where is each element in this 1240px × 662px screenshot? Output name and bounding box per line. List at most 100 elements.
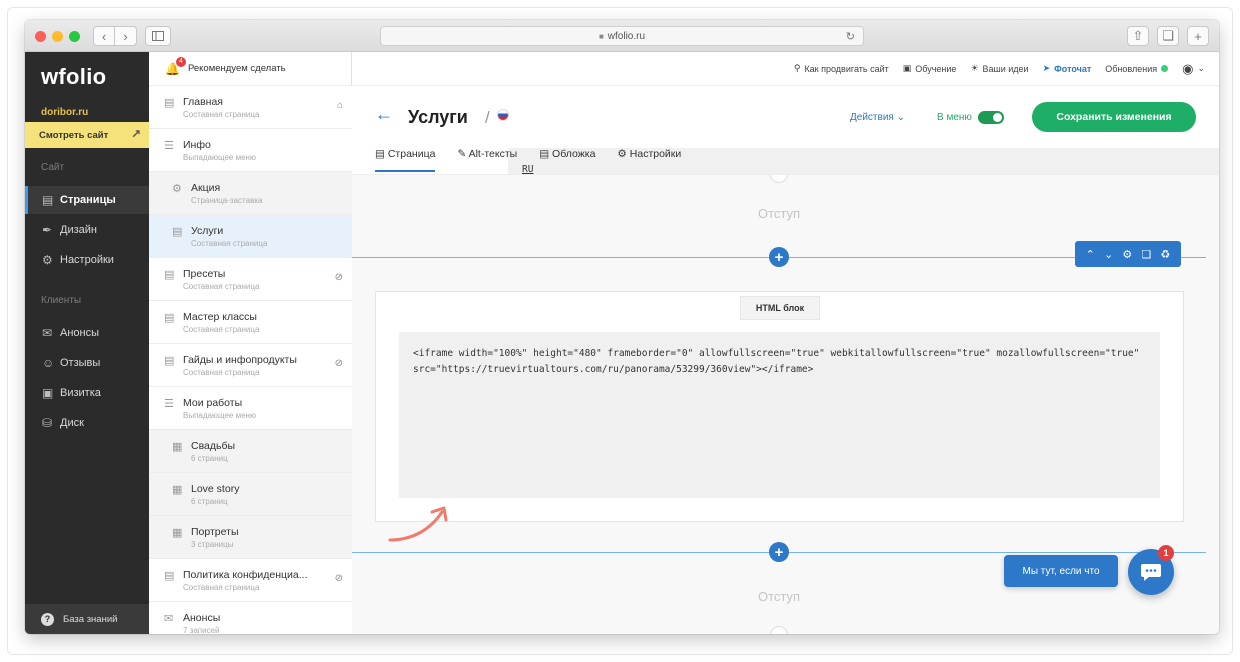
account-menu[interactable]: ◉ ⌄ [1182,61,1205,77]
sidebar-item-design[interactable]: ✒ Дизайн [25,216,149,244]
move-down-icon[interactable]: ⌄ [1104,248,1113,261]
updates-link[interactable]: Обновления [1105,64,1169,74]
tab-page[interactable]: ▤ Страница [375,148,436,172]
sidebar-item-card[interactable]: ▣ Визитка [25,379,149,407]
page-icon: ▤ [42,193,54,207]
recommendations-link[interactable]: 🔔 4 Рекомендуем сделать [149,52,352,86]
app: wfolio doribor.ru Смотреть сайт ↗ Сайт ▤… [25,52,1219,634]
sidebar-item-disk[interactable]: ⛁ Диск [25,409,149,437]
page-item-main[interactable]: ▤ Главная Составная страница ⌂ [149,86,352,129]
view-site-button[interactable]: Смотреть сайт ↗ [25,122,149,148]
graduation-icon: ▣ [902,63,912,73]
sidebar-item-settings[interactable]: ⚙ Настройки [25,246,149,274]
help-icon: ? [41,612,54,626]
document-icon: ▤ [172,226,183,238]
share-button[interactable]: ⇧ [1127,26,1149,46]
gear-icon[interactable]: ⚙ [1122,248,1132,261]
page-item-promo[interactable]: ⚙ Акция Страница-заставка [149,172,352,215]
sidebar-item-reviews[interactable]: ☺ Отзывы [25,349,149,377]
in-menu-toggle[interactable]: В меню [937,111,1004,124]
zoom-window-button[interactable] [69,31,80,42]
language-switcher[interactable]: / RU [485,108,1219,314]
gallery-icon: ▦ [172,527,183,539]
section-clients-heading: Клиенты [41,295,82,306]
page-type: Составная страница [183,368,260,377]
trash-icon[interactable]: ♻ [1161,248,1171,261]
gallery-icon: ▦ [172,484,183,496]
address-bar[interactable]: ■ wfolio.ru ↻ [380,26,864,46]
page-type: 3 страницы [191,540,234,549]
page-item-info[interactable]: ☰ Инфо Выпадающее меню [149,129,352,172]
spacer-handle[interactable] [770,175,788,183]
document-icon: ▤ [164,269,175,281]
page-item-privacy[interactable]: ▤ Политика конфиденциа... Составная стра… [149,559,352,602]
chat-icon: ☺ [42,356,55,370]
logo[interactable]: wfolio [41,64,106,90]
tab-settings[interactable]: ⚙ Настройки [617,148,681,172]
add-block-button[interactable]: + [769,247,789,267]
tab-cover[interactable]: ▤ Обложка [539,148,595,172]
page-item-portraits[interactable]: ▦ Портреты 3 страницы [149,516,352,559]
move-up-icon[interactable]: ⌃ [1086,248,1095,261]
close-window-button[interactable] [35,31,46,42]
back-arrow-icon[interactable]: ← [375,104,393,125]
save-changes-button[interactable]: Сохранить изменения [1032,102,1196,132]
ideas-link[interactable]: ☀ Ваши идеи [970,63,1028,74]
pages-panel: 🔔 4 Рекомендуем сделать ▤ Главная Составн… [149,52,352,634]
add-block-button[interactable]: + [769,542,789,562]
page-title: Гайды и инфопродукты [183,354,297,366]
page-item-masterclasses[interactable]: ▤ Мастер классы Составная страница [149,301,352,344]
lightbulb-icon: ⚲ [793,63,801,73]
page-item-my-works[interactable]: ☰ Мои работы Выпадающее меню [149,387,352,430]
annotation-arrow-icon [388,506,448,542]
promote-link[interactable]: ⚲ Как продвигать сайт [794,63,889,74]
browser-sidebar-button[interactable] [145,26,171,46]
html-block[interactable]: HTML блок <iframe width="100%" height="4… [375,291,1184,542]
fotochat-link[interactable]: ➤ Фоточат [1043,63,1092,74]
spacer-label: Отступ [757,206,801,221]
history-nav: ‹ › [93,26,137,46]
browser-back-button[interactable]: ‹ [93,26,115,46]
copy-icon[interactable]: ❏ [1141,248,1151,261]
hidden-eye-icon: ⊘ [334,573,343,584]
page-title: Инфо [183,139,211,151]
page-type: Составная страница [183,583,260,592]
promote-label: Как продвигать сайт [804,63,889,74]
minimize-window-button[interactable] [52,31,63,42]
tab-alt-texts[interactable]: ✎ Alt-тексты [457,148,517,172]
page-type: Составная страница [183,282,260,291]
reload-icon[interactable]: ↻ [846,30,855,43]
telegram-icon: ➤ [1042,63,1051,73]
knowledge-base-link[interactable]: ? База знаний [25,604,149,634]
page-item-announcements[interactable]: ✉ Анонсы 7 записей [149,602,352,634]
page-item-love-story[interactable]: ▦ Love story 6 страниц [149,473,352,516]
tabs-button[interactable]: ❏ [1157,26,1179,46]
fotochat-label: Фоточат [1054,63,1092,74]
page-type: Составная страница [191,239,268,248]
new-tab-button[interactable]: + [1187,26,1209,46]
sidebar-item-label: Отзывы [60,357,101,369]
spacer-handle[interactable] [770,626,788,634]
toggle-switch[interactable] [977,111,1004,124]
browser-forward-button[interactable]: › [115,26,137,46]
share-icon: ⇧ [1132,28,1144,43]
chat-unread-badge: 1 [1158,545,1174,561]
page-item-guides[interactable]: ▤ Гайды и инфопродукты Составная страниц… [149,344,352,387]
chat-icon [1141,564,1161,581]
sidebar-item-announcements[interactable]: ✉ Анонсы [25,319,149,347]
html-code-editor[interactable]: <iframe width="100%" height="480" frameb… [399,332,1160,498]
html-block-label: HTML блок [740,296,820,320]
user-icon: ◉ [1182,60,1194,76]
actions-dropdown[interactable]: Действия ⌄ [850,112,905,123]
sidebar-item-pages[interactable]: ▤ Страницы [25,186,149,214]
gear-icon: ⚙ [172,183,182,195]
learning-link[interactable]: ▣ Обучение [903,63,957,74]
document-icon: ▤ [164,355,175,367]
page-item-presets[interactable]: ▤ Пресеты Составная страница ⊘ [149,258,352,301]
document-icon: ▤ [375,148,385,160]
chevron-down-icon: ⌄ [896,112,905,123]
support-chat-button[interactable]: Мы тут, если что [1004,555,1118,587]
page-item-weddings[interactable]: ▦ Свадьбы 6 страниц [149,430,352,473]
page-item-services[interactable]: ▤ Услуги Составная страница [149,215,352,258]
spacer-label: Отступ [757,589,801,604]
